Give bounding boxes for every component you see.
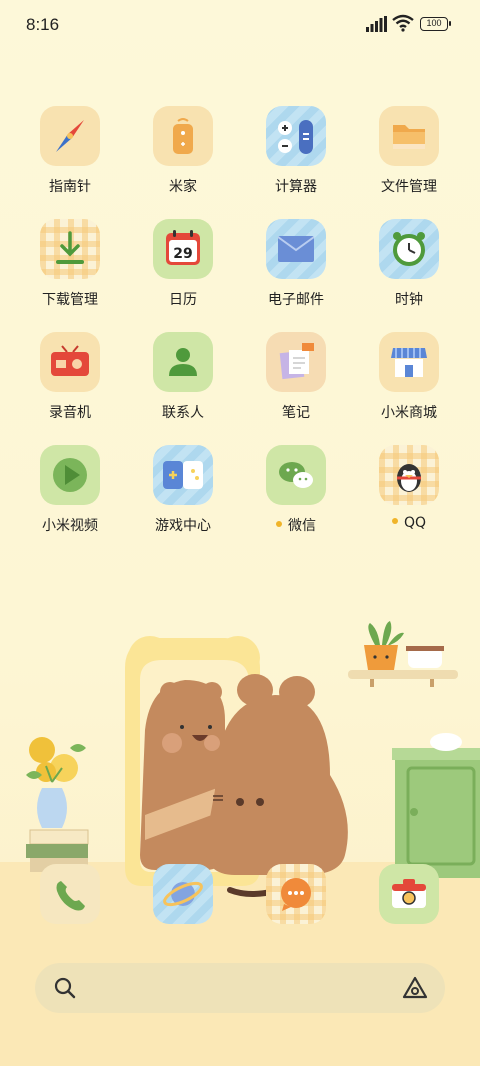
- dock-messages[interactable]: [246, 864, 346, 964]
- dock-phone[interactable]: [20, 864, 120, 964]
- camera-icon: [379, 864, 439, 924]
- app-label: 时钟: [395, 292, 423, 308]
- qq-penguin-icon: [379, 445, 439, 505]
- radio-recorder-icon: [40, 332, 100, 392]
- messages-icon: [266, 864, 326, 924]
- folder-icon: [379, 106, 439, 166]
- app-label: 电子邮件: [268, 292, 324, 308]
- app-label: 录音机: [49, 405, 91, 421]
- app-mi-store[interactable]: 小米商城: [359, 332, 459, 432]
- app-label-text: QQ: [403, 515, 427, 531]
- status-bar: 8:16 100: [0, 0, 480, 50]
- assistant-icon[interactable]: [401, 975, 429, 1001]
- calculator-icon: [266, 106, 326, 166]
- store-icon: [379, 332, 439, 392]
- app-wechat[interactable]: 微信: [246, 445, 346, 545]
- status-time: 8:16: [26, 15, 60, 34]
- dock-browser[interactable]: [133, 864, 233, 964]
- clock-icon: [379, 219, 439, 279]
- mijia-remote-icon: [153, 106, 213, 166]
- app-email[interactable]: 电子邮件: [246, 219, 346, 319]
- play-icon: [40, 445, 100, 505]
- app-mijia[interactable]: 米家: [133, 106, 233, 206]
- app-label: 下载管理: [42, 292, 98, 308]
- app-contacts[interactable]: 联系人: [133, 332, 233, 432]
- wifi-icon: [392, 14, 414, 32]
- app-label-text: 微信: [288, 518, 316, 534]
- app-label: QQ: [359, 515, 459, 531]
- wechat-icon: [266, 445, 326, 505]
- app-file-manager[interactable]: 文件管理: [359, 106, 459, 206]
- app-game-center[interactable]: 游戏中心: [133, 445, 233, 545]
- app-label: 小米商城: [381, 405, 437, 421]
- gamepad-icon: [153, 445, 213, 505]
- contact-person-icon: [153, 332, 213, 392]
- download-icon: [40, 219, 100, 279]
- app-calendar[interactable]: 29 日历: [133, 219, 233, 319]
- app-label: 日历: [169, 292, 197, 308]
- app-clock[interactable]: 时钟: [359, 219, 459, 319]
- new-badge-dot: [276, 521, 282, 527]
- app-download-manager[interactable]: 下载管理: [20, 219, 120, 319]
- phone-icon: [40, 864, 100, 924]
- compass-icon: [40, 106, 100, 166]
- app-label: 游戏中心: [155, 518, 211, 534]
- browser-planet-icon: [153, 864, 213, 924]
- app-qq[interactable]: QQ: [359, 445, 459, 545]
- app-label: 小米视频: [42, 518, 98, 534]
- dock-camera[interactable]: [359, 864, 459, 964]
- notes-icon: [266, 332, 326, 392]
- app-label: 笔记: [282, 405, 310, 421]
- search-bar[interactable]: [35, 963, 445, 1013]
- app-recorder[interactable]: 录音机: [20, 332, 120, 432]
- mail-icon: [266, 219, 326, 279]
- app-notes[interactable]: 笔记: [246, 332, 346, 432]
- new-badge-dot: [391, 518, 398, 524]
- app-label: 联系人: [162, 405, 204, 421]
- app-label: 微信: [246, 515, 346, 535]
- app-label: 文件管理: [381, 179, 437, 195]
- app-label: 米家: [169, 179, 197, 195]
- calendar-icon: 29: [153, 219, 213, 279]
- search-icon: [54, 977, 76, 999]
- home-screen: 8:16 100 指南针 米家 计算器 文件管理 下载管理 29 日历 电子邮件…: [0, 0, 480, 1066]
- app-label: 指南针: [49, 179, 91, 195]
- app-calculator[interactable]: 计算器: [246, 106, 346, 206]
- signal-icon: [366, 16, 387, 32]
- app-mi-video[interactable]: 小米视频: [20, 445, 120, 545]
- calendar-day: 29: [173, 246, 192, 262]
- battery-indicator: 100: [420, 17, 451, 31]
- app-compass[interactable]: 指南针: [20, 106, 120, 206]
- app-label: 计算器: [275, 179, 317, 195]
